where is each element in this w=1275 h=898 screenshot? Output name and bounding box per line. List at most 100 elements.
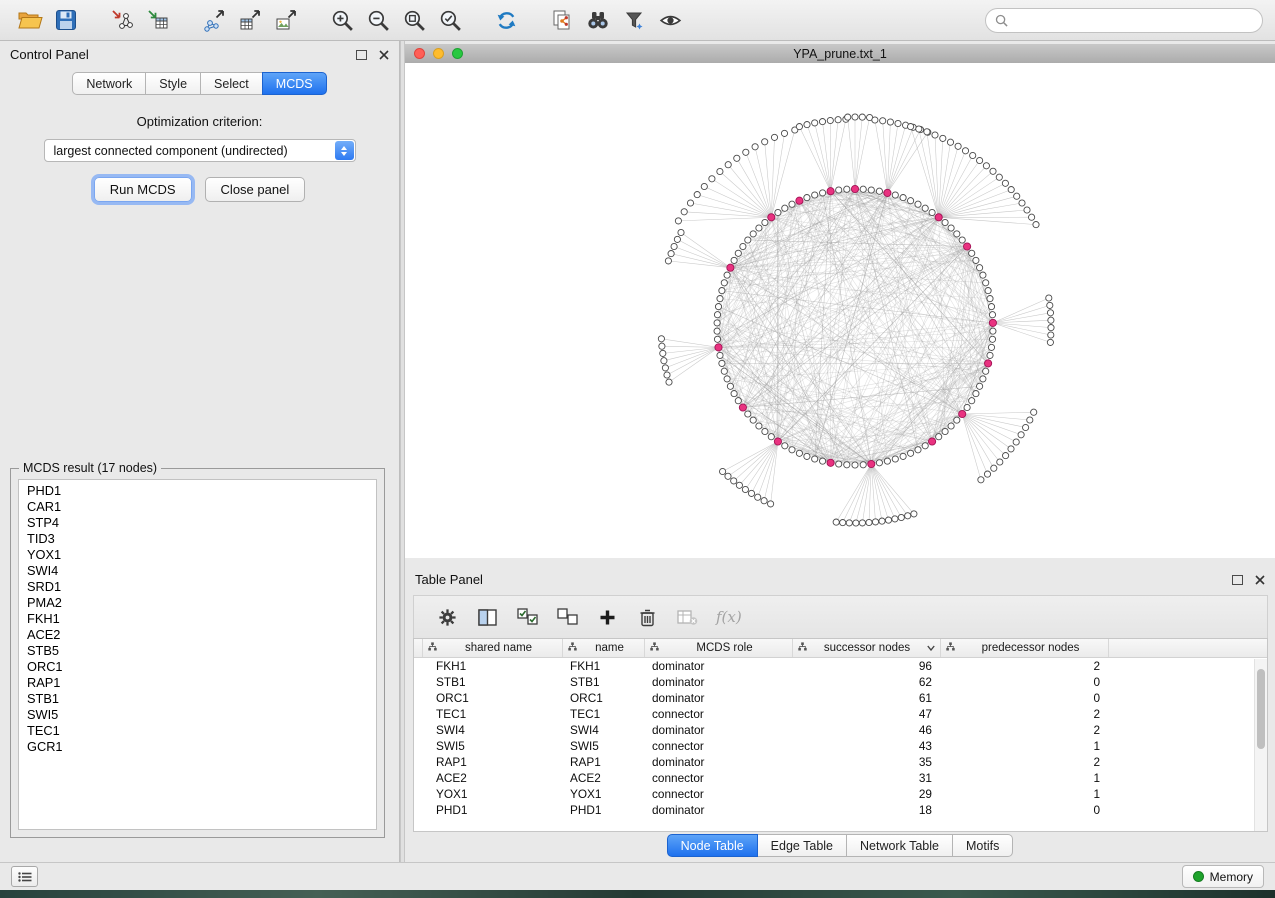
tab-select[interactable]: Select xyxy=(200,72,263,95)
table-cell[interactable]: ACE2 xyxy=(422,771,562,785)
column-header-predecessor-nodes[interactable]: predecessor nodes xyxy=(941,639,1109,657)
table-row[interactable]: TEC1TEC1connector472 xyxy=(414,706,1267,722)
select-all-button[interactable] xyxy=(510,602,544,632)
table-row[interactable]: SWI5SWI5connector431 xyxy=(414,738,1267,754)
table-cell[interactable]: SWI4 xyxy=(562,723,644,737)
table-cell[interactable]: TEC1 xyxy=(422,707,562,721)
task-history-button[interactable] xyxy=(11,866,38,887)
column-header-successor-nodes[interactable]: successor nodes xyxy=(793,639,941,657)
import-network-button[interactable] xyxy=(104,4,140,36)
mcds-result-item[interactable]: ACE2 xyxy=(19,627,376,643)
table-cell[interactable]: 96 xyxy=(792,659,940,673)
scrollbar-thumb[interactable] xyxy=(1257,669,1265,749)
tab-style[interactable]: Style xyxy=(145,72,201,95)
minimize-window-icon[interactable] xyxy=(433,48,444,59)
mcds-result-item[interactable]: GCR1 xyxy=(19,739,376,755)
tab-network[interactable]: Network xyxy=(72,72,146,95)
table-cell[interactable]: 62 xyxy=(792,675,940,689)
tab-edge-table[interactable]: Edge Table xyxy=(757,834,847,857)
close-window-icon[interactable] xyxy=(414,48,425,59)
table-cell[interactable]: 0 xyxy=(940,675,1108,689)
network-window-titlebar[interactable]: YPA_prune.txt_1 xyxy=(405,44,1275,64)
table-cell[interactable]: FKH1 xyxy=(562,659,644,673)
tab-mcds[interactable]: MCDS xyxy=(262,72,327,95)
table-cell[interactable]: PHD1 xyxy=(422,803,562,817)
delete-column-button[interactable] xyxy=(630,602,664,632)
table-cell[interactable]: 47 xyxy=(792,707,940,721)
maximize-window-icon[interactable] xyxy=(452,48,463,59)
import-table-button[interactable] xyxy=(140,4,176,36)
table-cell[interactable]: connector xyxy=(644,771,792,785)
table-cell[interactable]: ORC1 xyxy=(562,691,644,705)
table-cell[interactable]: 35 xyxy=(792,755,940,769)
close-panel-button[interactable]: Close panel xyxy=(205,177,306,202)
table-cell[interactable]: 18 xyxy=(792,803,940,817)
mcds-result-item[interactable]: SWI5 xyxy=(19,707,376,723)
table-cell[interactable]: dominator xyxy=(644,691,792,705)
mcds-result-item[interactable]: STB1 xyxy=(19,691,376,707)
mcds-result-item[interactable]: STB5 xyxy=(19,643,376,659)
table-cell[interactable]: 46 xyxy=(792,723,940,737)
show-hide-button[interactable] xyxy=(652,4,688,36)
table-cell[interactable]: 1 xyxy=(940,739,1108,753)
column-header-shared-name[interactable]: shared name xyxy=(423,639,563,657)
table-cell[interactable]: dominator xyxy=(644,803,792,817)
table-cell[interactable]: YOX1 xyxy=(562,787,644,801)
mcds-result-item[interactable]: ORC1 xyxy=(19,659,376,675)
mcds-result-item[interactable]: RAP1 xyxy=(19,675,376,691)
table-cell[interactable]: SWI5 xyxy=(422,739,562,753)
mcds-result-item[interactable]: TID3 xyxy=(19,531,376,547)
export-image-button[interactable] xyxy=(268,4,304,36)
mcds-result-item[interactable]: SWI4 xyxy=(19,563,376,579)
table-cell[interactable]: connector xyxy=(644,707,792,721)
mcds-result-item[interactable]: TEC1 xyxy=(19,723,376,739)
add-column-button[interactable] xyxy=(590,602,624,632)
table-cell[interactable]: PHD1 xyxy=(562,803,644,817)
zoom-in-button[interactable] xyxy=(324,4,360,36)
save-session-button[interactable] xyxy=(48,4,84,36)
table-cell[interactable]: 2 xyxy=(940,755,1108,769)
table-row[interactable]: YOX1YOX1connector291 xyxy=(414,786,1267,802)
column-header-name[interactable]: name xyxy=(563,639,645,657)
column-header-mcds-role[interactable]: MCDS role xyxy=(645,639,793,657)
table-cell[interactable]: ORC1 xyxy=(422,691,562,705)
table-cell[interactable]: 0 xyxy=(940,691,1108,705)
table-row[interactable]: SWI4SWI4dominator462 xyxy=(414,722,1267,738)
table-cell[interactable]: 61 xyxy=(792,691,940,705)
table-cell[interactable]: dominator xyxy=(644,675,792,689)
table-row[interactable]: FKH1FKH1dominator962 xyxy=(414,658,1267,674)
table-cell[interactable]: SWI5 xyxy=(562,739,644,753)
search-network-button[interactable] xyxy=(580,4,616,36)
table-cell[interactable]: 29 xyxy=(792,787,940,801)
tab-network-table[interactable]: Network Table xyxy=(846,834,953,857)
mcds-result-item[interactable]: YOX1 xyxy=(19,547,376,563)
table-cell[interactable]: connector xyxy=(644,787,792,801)
table-cell[interactable]: dominator xyxy=(644,755,792,769)
mcds-result-item[interactable]: CAR1 xyxy=(19,499,376,515)
mcds-result-item[interactable]: PMA2 xyxy=(19,595,376,611)
zoom-fit-button[interactable] xyxy=(396,4,432,36)
table-settings-button[interactable] xyxy=(430,602,464,632)
table-row[interactable]: RAP1RAP1dominator352 xyxy=(414,754,1267,770)
zoom-out-button[interactable] xyxy=(360,4,396,36)
table-row[interactable]: ORC1ORC1dominator610 xyxy=(414,690,1267,706)
mcds-result-item[interactable]: FKH1 xyxy=(19,611,376,627)
close-panel-icon[interactable] xyxy=(1255,575,1265,585)
table-scrollbar[interactable] xyxy=(1254,659,1267,831)
table-cell[interactable]: STB1 xyxy=(422,675,562,689)
float-window-icon[interactable] xyxy=(1232,575,1243,585)
table-cell[interactable]: 2 xyxy=(940,723,1108,737)
table-cell[interactable]: 1 xyxy=(940,787,1108,801)
table-cell[interactable]: 43 xyxy=(792,739,940,753)
show-columns-button[interactable] xyxy=(470,602,504,632)
run-mcds-button[interactable]: Run MCDS xyxy=(94,177,192,202)
table-cell[interactable]: YOX1 xyxy=(422,787,562,801)
export-network-button[interactable] xyxy=(196,4,232,36)
float-window-icon[interactable] xyxy=(356,50,367,60)
criterion-select[interactable]: largest connected component (undirected) xyxy=(44,139,356,162)
table-cell[interactable]: dominator xyxy=(644,723,792,737)
table-cell[interactable]: 2 xyxy=(940,707,1108,721)
open-session-button[interactable] xyxy=(12,4,48,36)
table-cell[interactable]: dominator xyxy=(644,659,792,673)
table-cell[interactable]: TEC1 xyxy=(562,707,644,721)
